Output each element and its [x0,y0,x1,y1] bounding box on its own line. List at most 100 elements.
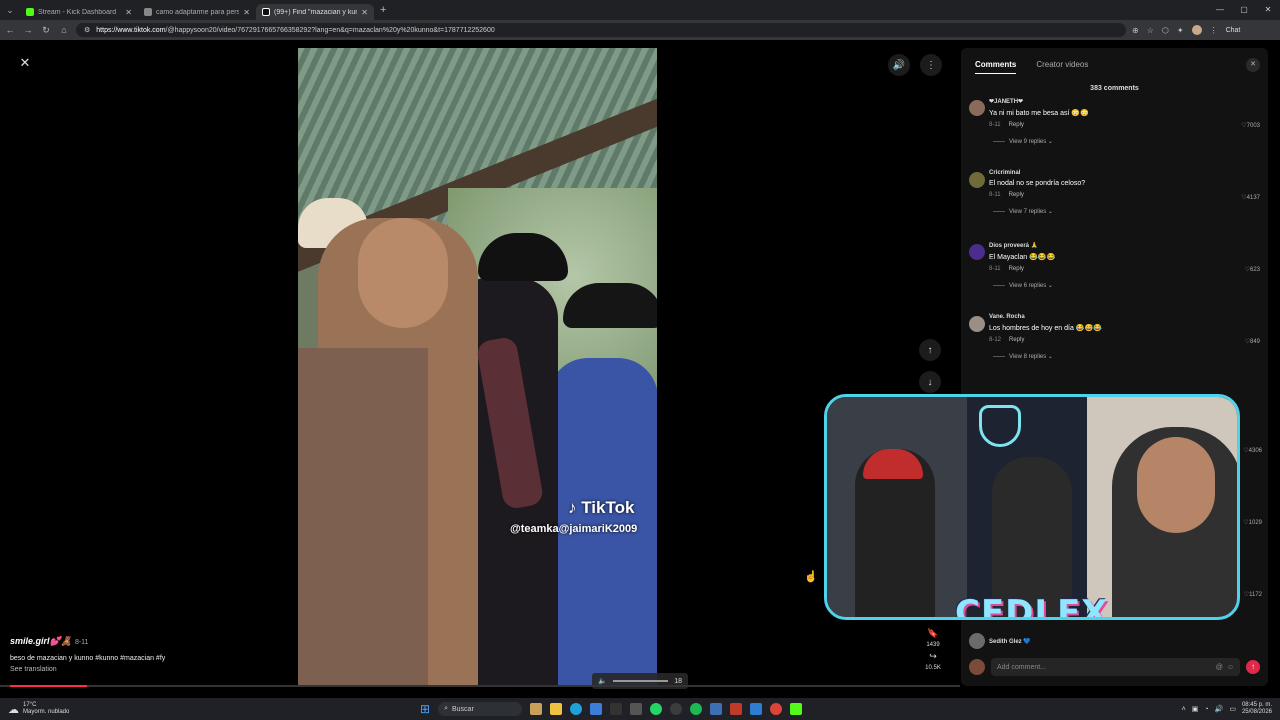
url-input[interactable]: ⚙ https://www.tiktok.com/@happysoon20/vi… [76,23,1126,37]
widget-app-icon[interactable] [530,703,543,715]
home-icon[interactable]: ⌂ [58,25,70,35]
file-explorer-icon[interactable] [550,703,563,715]
close-panel-icon[interactable]: ✕ [1246,58,1260,72]
add-comment-input[interactable]: Add comment... @ ☺ [991,658,1240,676]
reply-button[interactable]: Reply [1009,266,1024,272]
like-button[interactable]: ♡4137 [1241,194,1260,201]
video-progress-bar[interactable] [0,685,960,687]
avatar[interactable] [969,633,985,649]
chrome-icon[interactable] [770,703,783,715]
windows-start-icon[interactable]: ⊞ [420,702,430,716]
comment-user[interactable]: Dios proveerá 🙏 [989,242,1260,249]
reply-button[interactable]: Reply [1009,192,1024,198]
wifi-icon[interactable]: ◔ [1204,706,1208,713]
puzzle-icon[interactable]: ✦ [1177,26,1184,35]
send-icon[interactable]: ↑ [1246,660,1260,674]
search-icon: ⌕ [444,705,448,712]
emoji-icon[interactable]: ☺ [1227,664,1234,671]
weather-widget[interactable]: ☁ 17°C Mayorm. nublado [0,702,420,716]
reload-icon[interactable]: ↻ [40,25,52,36]
view-replies-button[interactable]: View 6 replies ⌄ [989,282,1260,289]
comment-user[interactable]: Vane. Rocha [989,314,1260,320]
forward-icon[interactable]: → [22,25,34,35]
previous-video-icon[interactable]: ↑ [919,339,941,361]
app-icon[interactable] [710,703,723,715]
more-menu-icon[interactable]: ⋮ [1210,26,1218,35]
reply-button[interactable]: Reply [1009,122,1024,128]
close-viewer-icon[interactable]: ✕ [16,54,34,72]
avatar[interactable] [969,244,985,260]
video-viewer: ✕ ♪ TikTok @teamka@jaimariK2009 🔈 18 🔊 ⋮… [0,40,960,690]
tab-tiktok[interactable]: (99+) Find "mazacian y kunno" ✕ [256,4,374,20]
comment-count: 383 comments [1090,85,1139,92]
new-tab-icon[interactable]: + [380,4,386,16]
like-count[interactable]: ♡4306 [1243,447,1262,454]
tab-close-icon[interactable]: ✕ [243,8,250,17]
extension-icon[interactable]: ⬡ [1162,26,1169,35]
bookmark-star-icon[interactable]: ☆ [1147,26,1154,35]
zoom-icon[interactable]: ⊕ [1132,26,1139,35]
tab-close-icon[interactable]: ✕ [361,8,368,17]
comment-user[interactable]: Cricriminal [989,170,1260,176]
avatar[interactable] [969,100,985,116]
app-icon[interactable] [730,703,743,715]
share-icon[interactable]: ↪ [929,651,937,662]
profile-avatar[interactable] [1191,25,1202,35]
view-replies-button[interactable]: View 7 replies ⌄ [989,208,1260,215]
like-count[interactable]: ♡1172 [1244,591,1262,598]
speaker-icon[interactable]: 🔊 [1215,705,1224,713]
taskbar-search[interactable]: ⌕ Buscar [438,702,523,716]
capcut-icon[interactable] [610,703,623,715]
comment-user[interactable]: Sedith Glez 💙 [989,638,1031,645]
battery-icon[interactable]: ▭ [1229,705,1236,713]
edge-icon[interactable] [570,703,583,715]
volume-icon[interactable]: 🔈 [598,677,607,685]
tab-search-result[interactable]: camo adaptarme para persona de ✕ [138,4,256,20]
like-button[interactable]: ♡7003 [1241,122,1260,129]
notepad-icon[interactable] [630,703,643,715]
back-icon[interactable]: ← [4,25,16,35]
maximize-icon[interactable]: ▢ [1232,0,1256,20]
kick-icon[interactable] [790,703,803,715]
chat-button[interactable]: Chat [1226,27,1241,34]
xbox-icon[interactable] [670,703,683,715]
store-icon[interactable] [590,703,603,715]
bookmark-icon[interactable]: 🔖 [927,628,938,639]
chevron-up-icon[interactable]: ˄ [1182,706,1186,713]
video-player[interactable]: ♪ TikTok @teamka@jaimariK2009 [298,48,657,686]
comment-text: Los hombres de hoy en día 😂😅😂 [989,325,1102,332]
avatar[interactable] [969,172,985,188]
tab-search-icon[interactable]: ⌄ [0,0,20,20]
close-window-icon[interactable]: ✕ [1256,0,1280,20]
system-tray: ˄ ▣ ◔ 🔊 ▭ 08:45 p. m. 25/08/2026 [1182,698,1272,720]
like-button[interactable]: ♡623 [1245,266,1260,273]
see-translation-link[interactable]: See translation [10,666,290,673]
clock[interactable]: 08:45 p. m. 25/08/2026 [1242,702,1272,716]
like-button[interactable]: ♡849 [1245,338,1260,345]
avatar[interactable] [969,316,985,332]
more-options-icon[interactable]: ⋮ [920,54,942,76]
spotify-icon[interactable] [690,703,703,715]
mute-icon[interactable]: 🔊 [888,54,910,76]
like-count[interactable]: ♡1029 [1243,519,1262,526]
view-replies-button[interactable]: View 9 replies ⌄ [989,138,1260,145]
vscode-icon[interactable] [750,703,763,715]
whatsapp-icon[interactable] [650,703,663,715]
hand-cursor-icon: ☝ [804,571,818,583]
volume-slider[interactable] [612,680,669,682]
address-bar-row: ← → ↻ ⌂ ⚙ https://www.tiktok.com/@happys… [0,20,1280,40]
comment-user[interactable]: ❤JANETH❤ [989,98,1260,105]
tab-close-icon[interactable]: ✕ [125,8,132,17]
app-tray-icon[interactable]: ▣ [1192,705,1199,713]
tab-comments[interactable]: Comments [975,60,1017,74]
view-replies-button[interactable]: View 8 replies ⌄ [989,353,1260,360]
tab-creator-videos[interactable]: Creator videos [1036,60,1088,74]
tab-kick-dashboard[interactable]: Stream - Kick Dashboard ✕ [20,4,138,20]
save-count: 1439 [926,642,940,648]
caption-author[interactable]: smile.girl💕🧸 8-11 [10,636,290,647]
next-video-icon[interactable]: ↓ [919,371,941,393]
reply-button[interactable]: Reply [1009,337,1024,343]
minimize-icon[interactable]: — [1208,0,1232,20]
site-info-icon[interactable]: ⚙ [84,26,90,34]
mention-icon[interactable]: @ [1216,664,1223,671]
